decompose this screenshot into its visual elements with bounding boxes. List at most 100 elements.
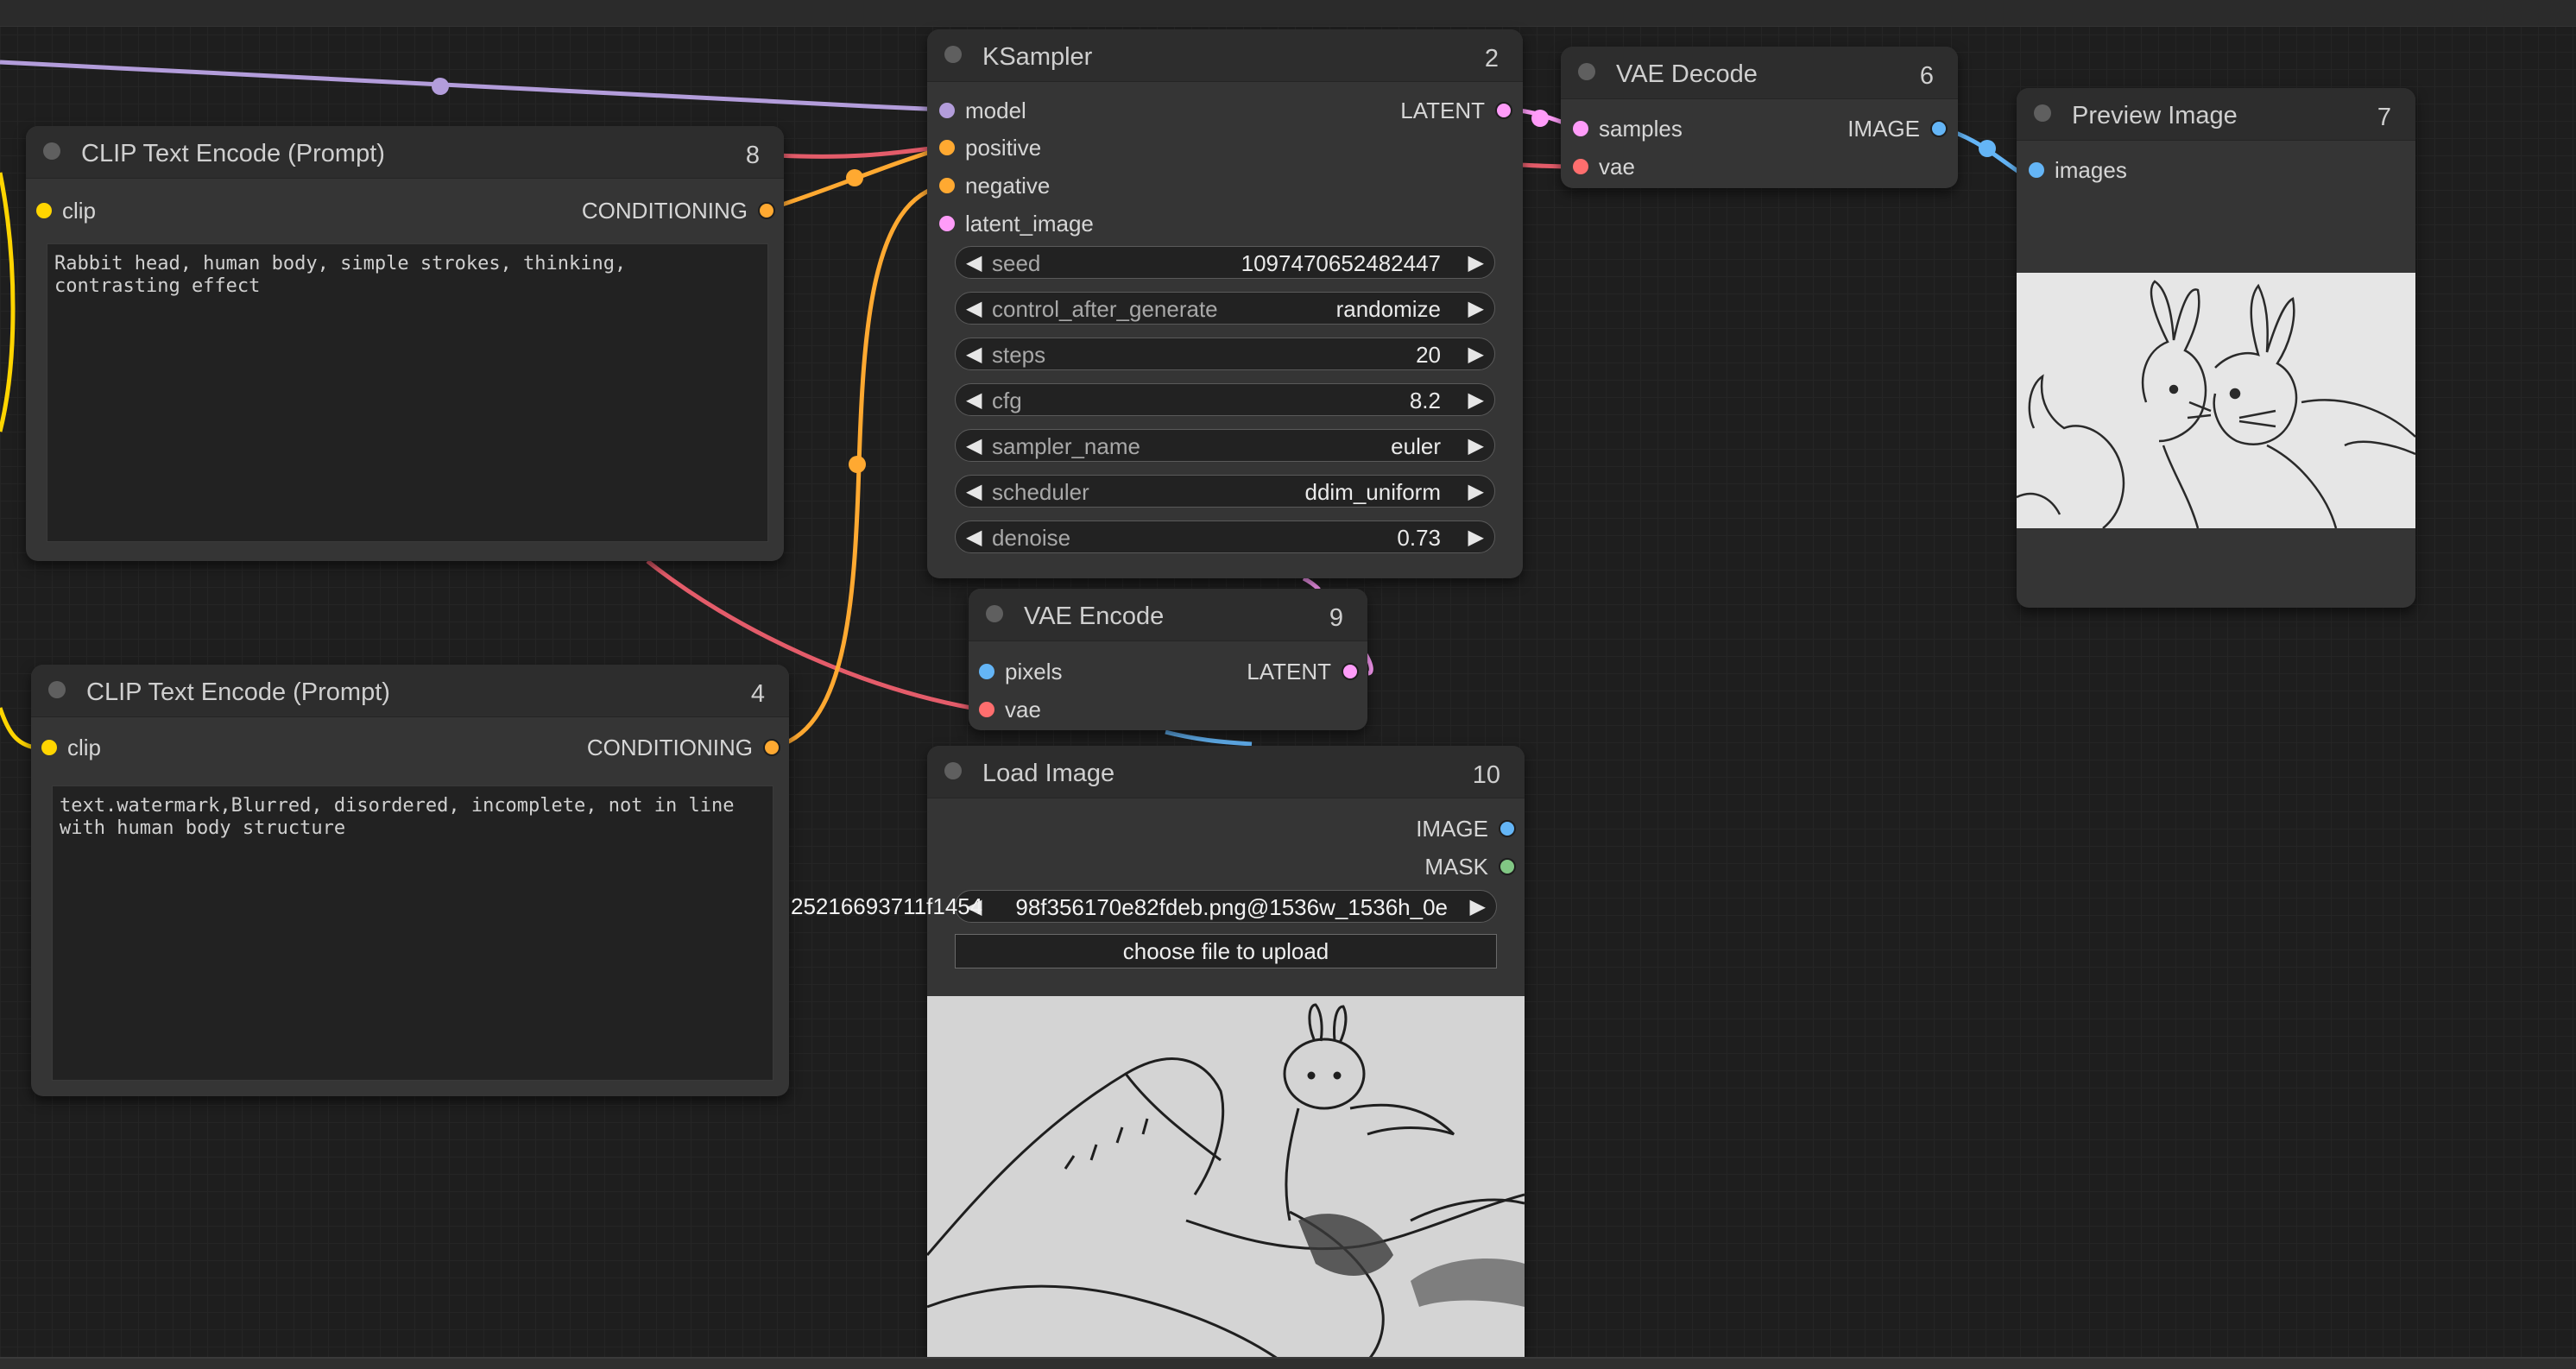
filename-overflow-text: 25216693711f1454 xyxy=(791,893,983,919)
vae-decode-node[interactable]: VAE Decode 6 samples vae IMAGE xyxy=(1561,47,1958,188)
seed-widget[interactable]: ◀ seed 1097470652482447 ▶ xyxy=(955,246,1495,279)
input-slot-vae[interactable]: vae xyxy=(979,697,1041,722)
input-slot-positive[interactable]: positive xyxy=(939,135,1041,161)
decrement-arrow-icon[interactable]: ◀ xyxy=(966,525,982,550)
increment-arrow-icon[interactable]: ▶ xyxy=(1468,525,1484,550)
preview-image-title-bar[interactable]: Preview Image 7 xyxy=(2017,88,2415,141)
choose-file-upload-button[interactable]: choose file to upload xyxy=(955,934,1497,968)
slot-label: model xyxy=(965,98,1026,123)
steps-widget[interactable]: ◀ steps 20 ▶ xyxy=(955,338,1495,370)
output-slot-image[interactable]: IMAGE xyxy=(1847,116,1948,142)
increment-arrow-icon[interactable]: ▶ xyxy=(1468,479,1484,504)
image-select-widget[interactable]: ◀ 98f356170e82fdeb.png@1536w_1536h_0e ▶ xyxy=(955,890,1497,923)
node-title: Preview Image xyxy=(2072,102,2238,129)
collapse-dot-icon[interactable] xyxy=(48,681,66,698)
node-title: CLIP Text Encode (Prompt) xyxy=(81,140,385,167)
denoise-widget[interactable]: ◀ denoise 0.73 ▶ xyxy=(955,520,1495,553)
input-slot-images[interactable]: images xyxy=(2029,157,2127,183)
clip-text-encode-negative-node[interactable]: CLIP Text Encode (Prompt) 4 clip CONDITI… xyxy=(31,665,789,1096)
slot-label: LATENT xyxy=(1400,98,1485,123)
output-slot-latent[interactable]: LATENT xyxy=(1400,98,1512,123)
ksampler-node[interactable]: KSampler 2 model positive negative laten… xyxy=(927,29,1523,578)
slot-dot-icon xyxy=(939,178,955,193)
node-title: VAE Decode xyxy=(1616,60,1758,88)
input-slot-samples[interactable]: samples xyxy=(1573,116,1683,142)
reroute-negative[interactable] xyxy=(849,456,866,473)
node-title: VAE Encode xyxy=(1024,602,1165,630)
collapse-dot-icon[interactable] xyxy=(944,762,962,779)
slot-dot-icon xyxy=(979,664,994,679)
node-id: 8 xyxy=(745,142,760,169)
slot-dot-icon xyxy=(1573,159,1588,174)
preview-image-node[interactable]: Preview Image 7 images xyxy=(2017,88,2415,608)
collapse-dot-icon[interactable] xyxy=(1578,63,1595,80)
input-slot-negative[interactable]: negative xyxy=(939,173,1050,199)
input-slot-clip[interactable]: clip xyxy=(41,735,101,760)
decrement-arrow-icon[interactable]: ◀ xyxy=(966,342,982,367)
output-slot-latent[interactable]: LATENT xyxy=(1247,659,1359,684)
increment-arrow-icon[interactable]: ▶ xyxy=(1470,894,1486,919)
increment-arrow-icon[interactable]: ▶ xyxy=(1468,388,1484,413)
reroute-positive[interactable] xyxy=(846,169,863,186)
node-id: 7 xyxy=(2377,104,2391,131)
decrement-arrow-icon[interactable]: ◀ xyxy=(966,250,982,275)
control-after-generate-widget[interactable]: ◀ control_after_generate randomize ▶ xyxy=(955,292,1495,325)
increment-arrow-icon[interactable]: ▶ xyxy=(1468,296,1484,321)
slot-dot-icon xyxy=(1930,120,1948,137)
sampler-name-widget[interactable]: ◀ sampler_name euler ▶ xyxy=(955,429,1495,462)
input-slot-latent-image[interactable]: latent_image xyxy=(939,211,1094,237)
decrement-arrow-icon[interactable]: ◀ xyxy=(966,388,982,413)
sketch-image xyxy=(927,996,1525,1367)
load-image-node[interactable]: Load Image 10 IMAGE MASK ◀ 98f356170e82f… xyxy=(927,746,1525,1367)
decrement-arrow-icon[interactable]: ◀ xyxy=(966,296,982,321)
widget-value: 20 xyxy=(1416,342,1441,368)
output-slot-conditioning[interactable]: CONDITIONING xyxy=(587,735,780,760)
collapse-dot-icon[interactable] xyxy=(43,142,60,160)
output-slot-conditioning[interactable]: CONDITIONING xyxy=(582,198,775,224)
reroute-latent[interactable] xyxy=(1531,110,1549,127)
rabbits-sketch-image xyxy=(2017,280,2415,528)
prompt-textarea[interactable]: text.watermark,Blurred, disordered, inco… xyxy=(52,785,773,1081)
node-id: 6 xyxy=(1919,62,1934,90)
vae-decode-title-bar[interactable]: VAE Decode 6 xyxy=(1561,47,1958,99)
increment-arrow-icon[interactable]: ▶ xyxy=(1468,250,1484,275)
clip-neg-title-bar[interactable]: CLIP Text Encode (Prompt) 4 xyxy=(31,665,789,717)
decrement-arrow-icon[interactable]: ◀ xyxy=(966,433,982,458)
input-slot-pixels[interactable]: pixels xyxy=(979,659,1062,684)
link-model xyxy=(0,60,945,112)
collapse-dot-icon[interactable] xyxy=(2034,104,2051,122)
output-slot-mask[interactable]: MASK xyxy=(1424,854,1516,880)
slot-label: vae xyxy=(1005,697,1041,722)
widget-label: denoise xyxy=(992,525,1071,551)
vae-encode-title-bar[interactable]: VAE Encode 9 xyxy=(969,589,1367,641)
node-id: 2 xyxy=(1484,45,1499,73)
vae-encode-node[interactable]: VAE Encode 9 pixels vae LATENT xyxy=(969,589,1367,730)
prompt-textarea[interactable]: Rabbit head, human body, simple strokes,… xyxy=(47,243,768,542)
cfg-widget[interactable]: ◀ cfg 8.2 ▶ xyxy=(955,383,1495,416)
input-slot-vae[interactable]: vae xyxy=(1573,154,1635,180)
slot-dot-icon xyxy=(939,216,955,231)
reroute-model[interactable] xyxy=(432,78,449,95)
collapse-dot-icon[interactable] xyxy=(944,46,962,63)
scheduler-widget[interactable]: ◀ scheduler ddim_uniform ▶ xyxy=(955,475,1495,508)
slot-dot-icon xyxy=(939,103,955,118)
decrement-arrow-icon[interactable]: ◀ xyxy=(966,479,982,504)
clip-text-encode-positive-node[interactable]: CLIP Text Encode (Prompt) 8 clip CONDITI… xyxy=(26,126,784,561)
load-image-title-bar[interactable]: Load Image 10 xyxy=(927,746,1525,798)
reroute-image[interactable] xyxy=(1979,140,1996,157)
ksampler-title-bar[interactable]: KSampler 2 xyxy=(927,29,1523,82)
widget-label: scheduler xyxy=(992,479,1089,505)
slot-dot-icon xyxy=(1573,121,1588,136)
input-slot-model[interactable]: model xyxy=(939,98,1026,123)
input-slot-clip[interactable]: clip xyxy=(36,198,96,224)
clip-pos-title-bar[interactable]: CLIP Text Encode (Prompt) 8 xyxy=(26,126,784,179)
collapse-dot-icon[interactable] xyxy=(986,605,1003,622)
widget-label: control_after_generate xyxy=(992,296,1218,322)
output-slot-image[interactable]: IMAGE xyxy=(1416,816,1516,842)
slot-label: IMAGE xyxy=(1847,116,1920,142)
increment-arrow-icon[interactable]: ▶ xyxy=(1468,342,1484,367)
slot-dot-icon xyxy=(36,203,52,218)
increment-arrow-icon[interactable]: ▶ xyxy=(1468,433,1484,458)
link-clip-1 xyxy=(0,172,16,432)
widget-value: 8.2 xyxy=(1409,388,1441,413)
